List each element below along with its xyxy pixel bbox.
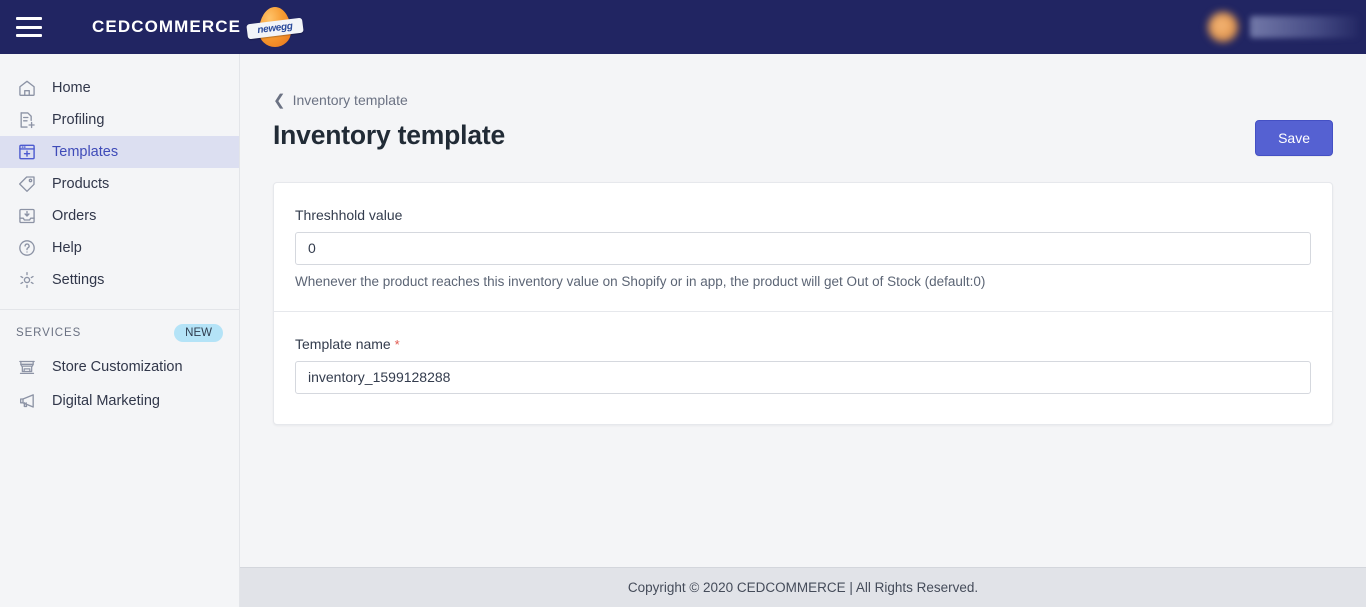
chevron-left-icon: ❮ [273, 91, 286, 109]
sidebar-item-label: Profiling [52, 112, 105, 128]
template-plus-icon [16, 141, 38, 163]
required-marker: * [394, 336, 400, 352]
sidebar: Home Profiling Templates Products Orders… [0, 54, 240, 607]
brand-logo[interactable]: CEDCOMMERCE newegg [92, 5, 304, 49]
sidebar-item-label: Settings [52, 272, 105, 288]
template-name-label-text: Template name [295, 335, 391, 352]
question-circle-icon [16, 237, 38, 259]
template-name-input[interactable] [295, 360, 1311, 394]
sidebar-item-digital-marketing[interactable]: Digital Marketing [0, 384, 239, 418]
sidebar-item-label: Products [52, 176, 110, 192]
main-content: ❮ Inventory template Inventory template … [240, 54, 1366, 567]
page-title: Inventory template [273, 119, 506, 150]
newegg-logo-icon: newegg [246, 5, 304, 49]
breadcrumb-label: Inventory template [292, 92, 408, 108]
footer: Copyright © 2020 CEDCOMMERCE | All Right… [240, 567, 1366, 607]
sidebar-item-templates[interactable]: Templates [0, 136, 239, 168]
inbox-download-icon [16, 205, 38, 227]
top-bar: CEDCOMMERCE newegg [0, 0, 1366, 54]
avatar [1208, 12, 1238, 42]
breadcrumb[interactable]: ❮ Inventory template [273, 92, 408, 108]
user-menu[interactable] [1180, 0, 1366, 54]
sidebar-nav: Home Profiling Templates Products Orders… [0, 54, 239, 296]
save-button[interactable]: Save [1255, 119, 1333, 156]
document-plus-icon [16, 109, 38, 131]
threshold-input[interactable] [295, 231, 1311, 265]
template-name-label: Template name * [295, 336, 1311, 352]
sidebar-item-profiling[interactable]: Profiling [0, 104, 239, 136]
hamburger-line [16, 25, 42, 29]
sidebar-item-label: Help [52, 240, 82, 256]
hamburger-line [16, 17, 42, 20]
brand-name: CEDCOMMERCE [92, 17, 242, 36]
sidebar-item-store-customization[interactable]: Store Customization [0, 350, 239, 384]
status-badge: NEW [174, 324, 223, 342]
sidebar-item-settings[interactable]: Settings [0, 264, 239, 296]
copyright-text: Copyright © 2020 CEDCOMMERCE | All Right… [627, 580, 979, 595]
gear-icon [16, 269, 38, 291]
template-name-section: Template name * [274, 310, 1332, 424]
sidebar-item-label: Store Customization [52, 359, 183, 375]
sidebar-item-label: Digital Marketing [52, 393, 160, 409]
sidebar-item-help[interactable]: Help [0, 232, 239, 264]
sidebar-item-label: Templates [52, 144, 119, 160]
megaphone-icon [16, 390, 38, 412]
storefront-icon [16, 356, 38, 378]
hamburger-line [16, 34, 42, 37]
sidebar-item-orders[interactable]: Orders [0, 200, 239, 232]
tag-icon [16, 173, 38, 195]
inventory-template-card: Threshhold value Whenever the product re… [273, 181, 1333, 425]
threshold-help-text: Whenever the product reaches this invent… [295, 273, 986, 289]
sidebar-item-home[interactable]: Home [0, 72, 239, 104]
threshold-label: Threshhold value [295, 206, 403, 223]
sidebar-item-label: Orders [52, 208, 97, 224]
user-name-label [1250, 16, 1358, 38]
home-icon [16, 77, 38, 99]
sidebar-item-products[interactable]: Products [0, 168, 239, 200]
services-heading: SERVICES [16, 327, 82, 339]
services-header: SERVICES NEW [0, 310, 239, 350]
page-header: Inventory template Save [273, 119, 1333, 156]
sidebar-item-label: Home [52, 80, 91, 96]
hamburger-icon[interactable] [16, 17, 42, 37]
threshold-section: Threshhold value Whenever the product re… [274, 183, 1332, 311]
